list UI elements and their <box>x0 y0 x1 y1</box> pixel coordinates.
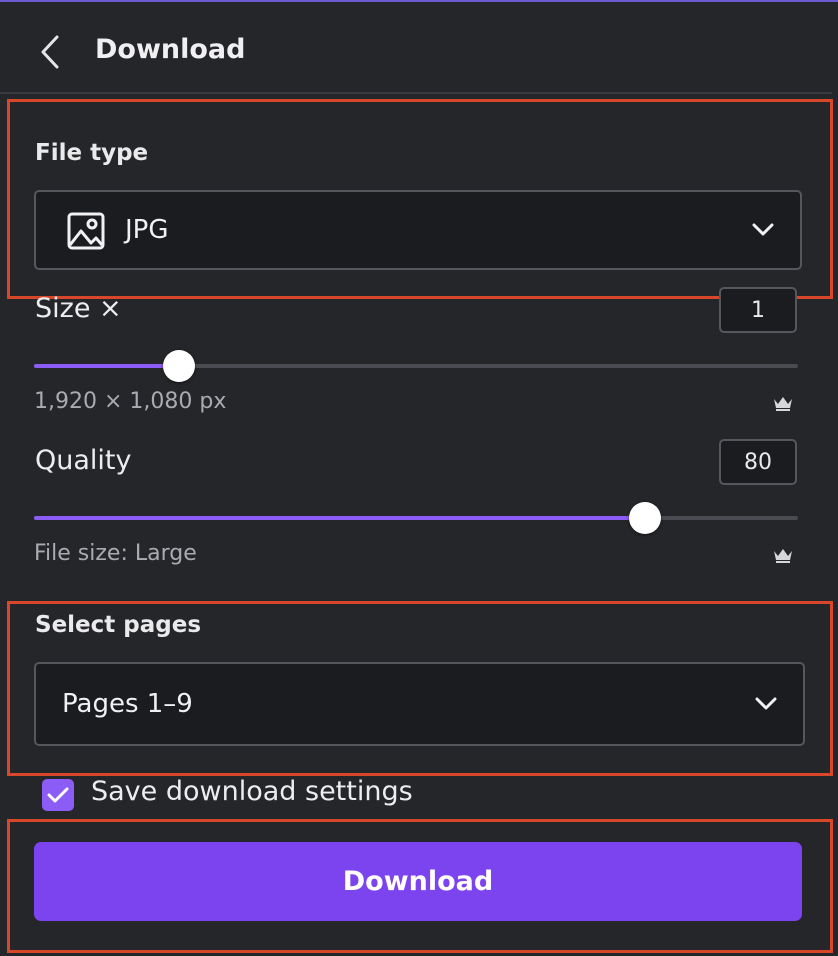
crown-icon <box>774 549 792 563</box>
file-type-label: File type <box>35 140 149 166</box>
crown-icon <box>774 397 792 411</box>
chevron-down-icon <box>752 223 774 236</box>
pages-value: Pages 1–9 <box>62 689 193 719</box>
save-settings-checkbox[interactable] <box>42 779 74 811</box>
size-slider-thumb[interactable] <box>163 350 196 382</box>
quality-slider-thumb[interactable] <box>629 502 662 534</box>
page-title: Download <box>95 34 246 65</box>
quality-input[interactable]: 80 <box>719 439 797 485</box>
chevron-down-icon <box>755 697 777 710</box>
checkmark-icon <box>47 787 69 803</box>
pages-select[interactable]: Pages 1–9 <box>34 662 805 746</box>
size-label: Size × <box>35 293 122 324</box>
download-panel: Download File type JPG Size × 1 1,920 × … <box>0 0 838 956</box>
quality-label: Quality <box>35 445 132 476</box>
back-button[interactable] <box>32 30 68 74</box>
quality-slider-fill <box>34 516 646 520</box>
file-type-select[interactable]: JPG <box>34 190 802 270</box>
size-slider-fill <box>34 364 180 368</box>
file-type-value: JPG <box>125 215 169 245</box>
size-slider[interactable] <box>34 350 798 382</box>
quality-slider[interactable] <box>34 502 798 534</box>
select-pages-label: Select pages <box>35 612 202 638</box>
download-button[interactable]: Download <box>34 842 802 921</box>
save-settings-label: Save download settings <box>91 776 413 807</box>
size-input[interactable]: 1 <box>719 287 797 333</box>
size-dimensions: 1,920 × 1,080 px <box>34 389 227 414</box>
file-size-text: File size: Large <box>34 541 197 566</box>
image-icon <box>67 212 105 250</box>
panel-header: Download <box>0 2 832 94</box>
chevron-left-icon <box>41 35 59 69</box>
